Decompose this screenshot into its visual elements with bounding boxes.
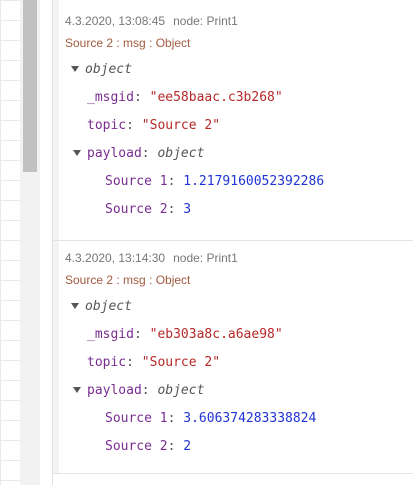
message-tree: object _msgid: "ee58baac.c3b268" topic: … — [59, 56, 413, 224]
tree-row-payload[interactable]: payload: object — [59, 377, 413, 405]
msgid-value: "ee58baac.c3b268" — [149, 90, 283, 105]
payload-item-key: Source 2 — [105, 439, 168, 454]
topic-key: topic — [87, 355, 127, 370]
tree-row-payload-item[interactable]: Source 2: 2 — [59, 433, 413, 461]
tree-root-row[interactable]: object — [59, 293, 413, 321]
payload-key: payload — [87, 383, 142, 398]
caret-down-icon[interactable] — [71, 65, 79, 72]
payload-item-key: Source 1 — [105, 411, 168, 426]
debug-sidebar: 4.3.2020, 13:08:45 node: Print1 Source 2 … — [0, 0, 413, 485]
topic-value: "Source 2" — [141, 118, 221, 133]
payload-item-value: 3 — [183, 202, 192, 217]
debug-message: 4.3.2020, 13:08:45 node: Print1 Source 2 … — [53, 0, 413, 241]
tree-row-payload-item[interactable]: Source 1: 3.606374283338824 — [59, 405, 413, 433]
topic-key: topic — [87, 118, 127, 133]
tree-row-payload-item[interactable]: Source 2: 3 — [59, 196, 413, 224]
msgid-value: "eb303a8c.a6ae98" — [149, 327, 283, 342]
tree-row-payload-item[interactable]: Source 1: 1.2179160052392286 — [59, 168, 413, 196]
payload-item-key: Source 1 — [105, 174, 168, 189]
topic-value: "Source 2" — [141, 355, 221, 370]
tree-root-row[interactable]: object — [59, 56, 413, 84]
payload-item-key: Source 2 — [105, 202, 168, 217]
payload-item-value: 3.606374283338824 — [183, 411, 317, 426]
message-node[interactable]: node: Print1 — [173, 14, 238, 28]
tree-row-topic[interactable]: topic: "Source 2" — [59, 349, 413, 377]
message-topic-line: Source 2 : msg : Object — [65, 273, 191, 287]
payload-type: object — [157, 146, 205, 161]
msgid-key: _msgid — [87, 90, 134, 105]
tree-row-msgid[interactable]: _msgid: "ee58baac.c3b268" — [59, 84, 413, 112]
message-topic-line: Source 2 : msg : Object — [65, 36, 191, 50]
tree-row-msgid[interactable]: _msgid: "eb303a8c.a6ae98" — [59, 321, 413, 349]
caret-down-icon[interactable] — [71, 302, 79, 309]
msgid-key: _msgid — [87, 327, 134, 342]
message-node[interactable]: node: Print1 — [173, 251, 238, 265]
debug-message-list: 4.3.2020, 13:08:45 node: Print1 Source 2 … — [53, 0, 413, 485]
panel-gutter — [40, 0, 53, 485]
workspace-grid — [0, 0, 21, 485]
debug-message: 4.3.2020, 13:14:30 node: Print1 Source 2 … — [53, 241, 413, 474]
tree-row-topic[interactable]: topic: "Source 2" — [59, 112, 413, 140]
message-timestamp: 4.3.2020, 13:08:45 — [65, 14, 166, 28]
message-meta: 4.3.2020, 13:14:30 node: Print1 — [59, 249, 413, 267]
payload-key: payload — [87, 146, 142, 161]
caret-down-icon[interactable] — [73, 149, 81, 156]
payload-item-value: 2 — [183, 439, 192, 454]
root-type: object — [85, 62, 132, 77]
tree-row-payload[interactable]: payload: object — [59, 140, 413, 168]
message-tree: object _msgid: "eb303a8c.a6ae98" topic: … — [59, 293, 413, 461]
root-type: object — [85, 299, 132, 314]
caret-down-icon[interactable] — [73, 386, 81, 393]
scrollbar-thumb[interactable] — [23, 0, 37, 172]
payload-item-value: 1.2179160052392286 — [183, 174, 325, 189]
message-timestamp: 4.3.2020, 13:14:30 — [65, 251, 166, 265]
message-meta: 4.3.2020, 13:08:45 node: Print1 — [59, 12, 413, 30]
payload-type: object — [157, 383, 205, 398]
